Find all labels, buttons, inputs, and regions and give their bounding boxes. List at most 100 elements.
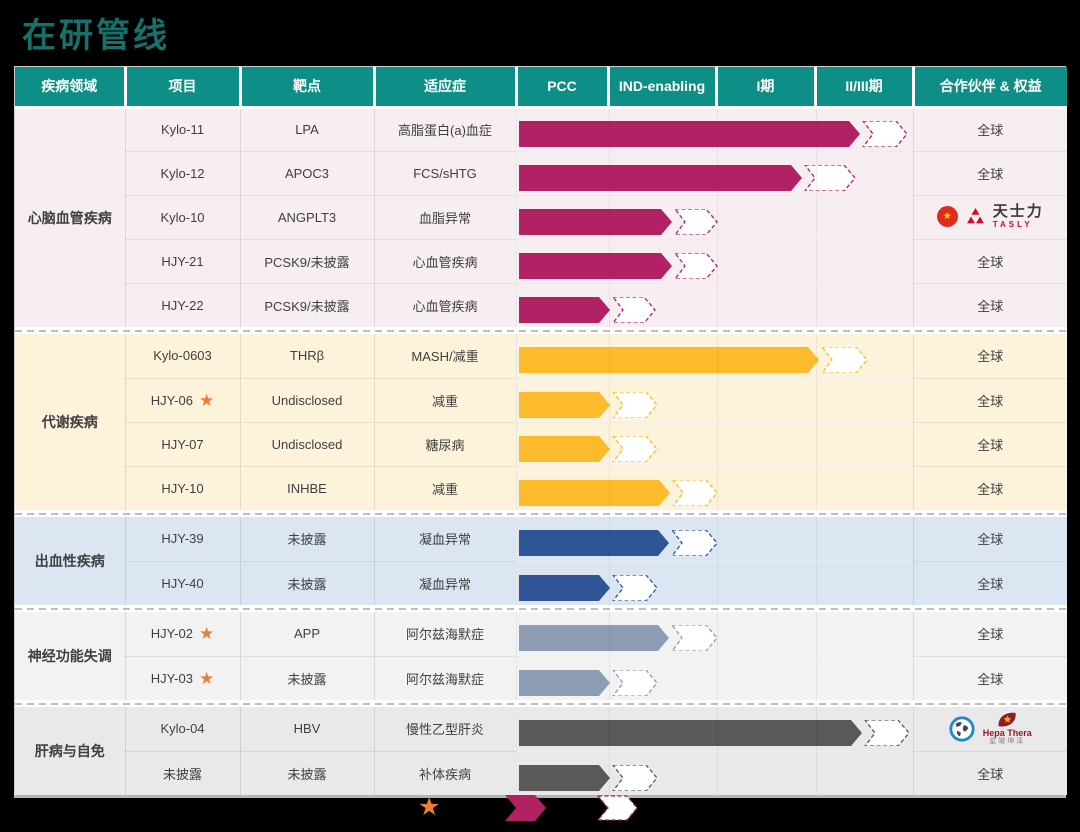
partner-cell: 全球 bbox=[913, 151, 1067, 195]
pipeline-row: HJY-10 INHBE减重 全球 bbox=[15, 466, 1067, 510]
pipeline-row: 未披露未披露补体疾病 全球 bbox=[15, 751, 1067, 795]
partner-rights-label: 全球 bbox=[977, 299, 1003, 314]
indication-label: 心血管疾病 bbox=[374, 239, 516, 283]
phase-track bbox=[516, 334, 913, 378]
completed-stage-arrow bbox=[519, 480, 670, 506]
project-label: HJY-22 bbox=[161, 298, 203, 313]
column-header-0: 疾病领域 bbox=[15, 67, 125, 107]
phase-track bbox=[516, 561, 913, 605]
target-label: THRβ bbox=[240, 334, 374, 378]
project-label: HJY-10 bbox=[161, 481, 203, 496]
group-separator bbox=[15, 700, 1067, 707]
pipeline-row: Kylo-12APOC3FCS/sHTG 全球 bbox=[15, 151, 1067, 195]
upcoming-stage-arrow bbox=[863, 121, 907, 147]
partner-cell: 全球 bbox=[913, 517, 1067, 561]
phase-track bbox=[516, 378, 913, 422]
milestone-star-icon: ★ bbox=[199, 670, 214, 687]
page-title: 在研管线 bbox=[22, 8, 170, 57]
partner-rights-label: 全球 bbox=[977, 438, 1003, 453]
target-label: 未披露 bbox=[240, 561, 374, 605]
phase-track bbox=[516, 283, 913, 327]
target-label: PCSK9/未披露 bbox=[240, 283, 374, 327]
upcoming-stage-arrow bbox=[675, 209, 717, 235]
project-label: Kylo-11 bbox=[161, 122, 204, 137]
project-label: HJY-40 bbox=[161, 576, 203, 591]
pipeline-row: HJY-07Undisclosed糖尿病 全球 bbox=[15, 422, 1067, 466]
project-label: HJY-39 bbox=[161, 531, 203, 546]
partner-cell: 全球 bbox=[913, 466, 1067, 510]
upcoming-stage-arrow bbox=[613, 392, 657, 418]
group-separator bbox=[15, 327, 1067, 334]
phase-track bbox=[516, 107, 913, 151]
project-label: Kylo-04 bbox=[160, 721, 204, 736]
partner-rights-label: 全球 bbox=[977, 394, 1003, 409]
upcoming-stage-arrow bbox=[865, 720, 909, 746]
target-label: ANGPLT3 bbox=[240, 195, 374, 239]
phase-track bbox=[516, 422, 913, 466]
target-label: 未披露 bbox=[240, 656, 374, 700]
upcoming-stage-arrow bbox=[675, 253, 717, 279]
hepathera-cn-name: 星曜坤泽 bbox=[989, 738, 1025, 746]
upcoming-stage-arrow bbox=[613, 297, 655, 323]
indication-label: 补体疾病 bbox=[374, 751, 516, 795]
hepathera-name: Hepa Thera bbox=[983, 728, 1032, 738]
column-header-3: 适应症 bbox=[374, 67, 516, 107]
completed-stage-arrow bbox=[519, 297, 610, 323]
partner-cell: 全球 bbox=[913, 283, 1067, 327]
target-label: Undisclosed bbox=[240, 422, 374, 466]
project-label: 未披露 bbox=[163, 764, 202, 783]
target-label: 未披露 bbox=[240, 751, 374, 795]
indication-label: 凝血异常 bbox=[374, 517, 516, 561]
phase-track bbox=[516, 612, 913, 656]
target-label: APOC3 bbox=[240, 151, 374, 195]
completed-stage-arrow bbox=[519, 765, 610, 791]
partner-cell: 全球 bbox=[913, 612, 1067, 656]
completed-stage-arrow bbox=[519, 670, 610, 696]
column-header-7: II/III期 bbox=[815, 67, 913, 107]
pipeline-row: 神经功能失调HJY-02★APP阿尔兹海默症 全球 bbox=[15, 612, 1067, 656]
completed-stage-arrow bbox=[519, 436, 610, 462]
partner-rights-label: 全球 bbox=[977, 672, 1003, 687]
partner-rights-label: 全球 bbox=[977, 167, 1003, 182]
partner-cell: 全球 bbox=[913, 656, 1067, 700]
disease-area-label: 肝病与自免 bbox=[15, 707, 125, 795]
phase-track bbox=[516, 707, 913, 751]
completed-stage-arrow bbox=[519, 530, 669, 556]
indication-label: 糖尿病 bbox=[374, 422, 516, 466]
phase-track bbox=[516, 466, 913, 510]
indication-label: 高脂蛋白(a)血症 bbox=[374, 107, 516, 151]
partner-cell: Hepa Thera 星曜坤泽 bbox=[913, 707, 1067, 751]
target-label: PCSK9/未披露 bbox=[240, 239, 374, 283]
partner-cell: 全球 bbox=[913, 751, 1067, 795]
column-header-5: IND-enabling bbox=[608, 67, 716, 107]
upcoming-stage-arrow bbox=[805, 165, 855, 191]
pipeline-row: HJY-03★未披露阿尔兹海默症 全球 bbox=[15, 656, 1067, 700]
column-header-2: 靶点 bbox=[240, 67, 374, 107]
indication-label: 阿尔兹海默症 bbox=[374, 656, 516, 700]
group-separator bbox=[15, 605, 1067, 612]
legend-milestone-star-icon: ★ bbox=[418, 792, 440, 822]
completed-stage-arrow bbox=[519, 392, 610, 418]
phase-track bbox=[516, 151, 913, 195]
upcoming-stage-arrow bbox=[822, 347, 867, 373]
hepathera-leaf-icon bbox=[996, 711, 1018, 728]
target-label: INHBE bbox=[240, 466, 374, 510]
upcoming-stage-arrow bbox=[613, 765, 657, 791]
completed-stage-arrow bbox=[519, 347, 819, 373]
project-label: Kylo-0603 bbox=[153, 348, 212, 363]
disease-area-label: 出血性疾病 bbox=[15, 517, 125, 605]
completed-stage-arrow bbox=[519, 209, 672, 235]
partner-rights-label: 全球 bbox=[977, 767, 1003, 782]
partner-tasly-logo: ★ 天士力 TASLY bbox=[914, 204, 1068, 229]
indication-label: 减重 bbox=[374, 466, 516, 510]
tasly-name: 天士力 bbox=[993, 204, 1044, 221]
legend-completed-stage-arrow-icon bbox=[505, 795, 547, 821]
project-label: HJY-21 bbox=[161, 254, 203, 269]
partner-cell: 全球 bbox=[913, 378, 1067, 422]
indication-label: FCS/sHTG bbox=[374, 151, 516, 195]
target-label: HBV bbox=[240, 707, 374, 751]
disease-area-label: 神经功能失调 bbox=[15, 612, 125, 700]
pipeline-row: 肝病与自免Kylo-04HBV慢性乙型肝炎 Hepa Thera 星曜坤泽 bbox=[15, 707, 1067, 751]
milestone-star-icon: ★ bbox=[199, 392, 214, 409]
upcoming-stage-arrow bbox=[672, 530, 717, 556]
